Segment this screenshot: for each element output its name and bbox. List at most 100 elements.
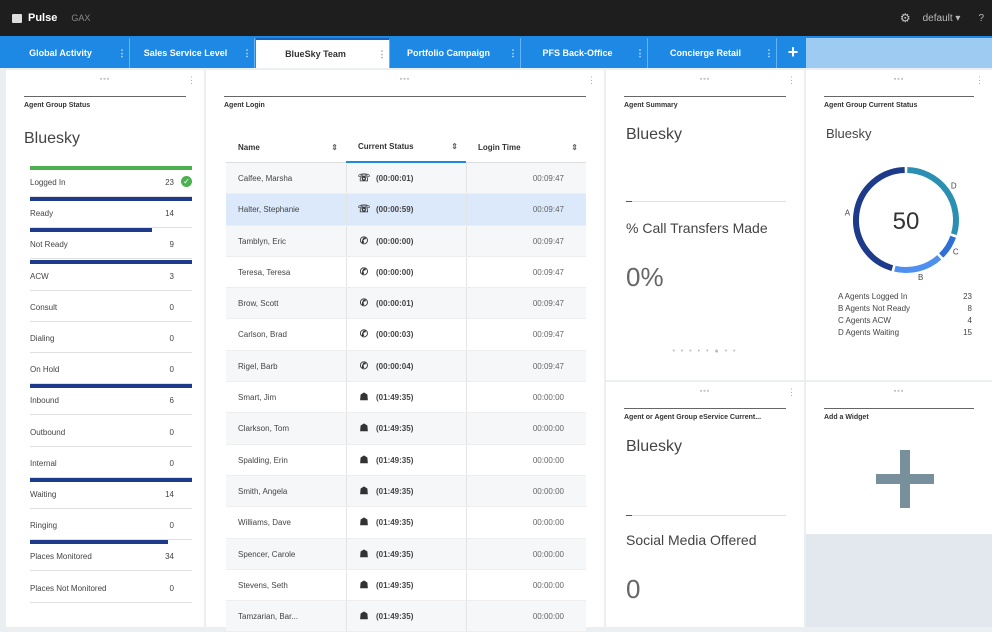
drag-handle[interactable]: ▪▪▪ (606, 76, 804, 83)
table-row[interactable]: Rigel, Barb ✆ (00:00:04) 00:09:47 (226, 350, 586, 383)
eservice-widget: ▪▪▪ ⋮ Agent or Agent Group eService Curr… (606, 382, 804, 627)
column-header-login-time[interactable]: Login Time ⇕ (466, 131, 586, 163)
drag-handle[interactable]: ▪▪▪ (606, 388, 804, 395)
phone-incoming-icon: ✆ (359, 329, 369, 341)
tab-bluesky-team[interactable]: BlueSky Team ⋮ (256, 38, 390, 68)
status-label: ACW (30, 271, 49, 281)
sort-icon[interactable]: ⇕ (451, 142, 458, 151)
tab-label: Sales Service Level (143, 48, 228, 58)
pulse-logo-icon (12, 13, 22, 23)
status-label: Outbound (30, 427, 66, 437)
table-row[interactable]: Spalding, Erin ☗ (01:49:35) 00:00:00 (226, 444, 586, 476)
drag-handle[interactable]: ▪▪▪ (806, 388, 992, 395)
tab-pfs-back-office[interactable]: PFS Back-Office ⋮ (522, 38, 648, 68)
status-row: Ready 14 (30, 197, 192, 229)
group-name: Bluesky (826, 126, 872, 141)
status-label: Internal (30, 458, 57, 468)
agent-name: Spencer, Carole (238, 549, 296, 559)
group-name: Bluesky (24, 130, 81, 147)
agent-login-table: Name ⇕ Current Status ⇕ Login Time ⇕ Calfee… (226, 131, 586, 632)
table-row[interactable]: Spencer, Carole ☗ (01:49:35) 00:00:00 (226, 538, 586, 570)
status-duration: (01:49:35) (376, 612, 414, 622)
tab-menu-icon[interactable]: ⋮ (240, 48, 254, 59)
table-row[interactable]: Teresa, Teresa ✆ (00:00:00) 00:09:47 (226, 256, 586, 289)
widget-menu-icon[interactable]: ⋮ (975, 75, 984, 86)
empty-area (806, 534, 992, 627)
donut-segment-label: D (951, 181, 957, 190)
status-duration: (00:00:03) (376, 330, 414, 340)
agent-away-icon: ☗ (359, 517, 369, 529)
current-status: ✆ (00:00:00) (356, 226, 466, 257)
donut-segment-c[interactable] (938, 235, 956, 258)
tab-label: PFS Back-Office (542, 48, 613, 58)
table-row[interactable]: Carlson, Brad ✆ (00:00:03) 00:09:47 (226, 319, 586, 351)
sort-icon[interactable]: ⇕ (571, 143, 578, 152)
table-row[interactable]: Williams, Dave ☗ (01:49:35) 00:00:00 (226, 507, 586, 539)
column-header-current-status[interactable]: Current Status ⇕ (346, 131, 466, 163)
agent-name: Brow, Scott (238, 299, 279, 309)
widget-menu-icon[interactable]: ⋮ (787, 387, 796, 398)
status-row: Places Not Monitored 0 (30, 572, 192, 603)
table-row[interactable]: Smart, Jim ☗ (01:49:35) 00:00:00 (226, 382, 586, 414)
phone-incoming-icon: ✆ (359, 298, 369, 310)
table-row[interactable]: Brow, Scott ✆ (00:00:01) 00:09:47 (226, 288, 586, 320)
table-header: Name ⇕ Current Status ⇕ Login Time ⇕ (226, 131, 586, 163)
status-duration: (00:00:04) (376, 361, 414, 371)
legend-item: B Agents Not Ready 8 (838, 303, 972, 315)
tab-concierge-retail[interactable]: Concierge Retail ⋮ (649, 38, 777, 68)
status-duration: (00:00:59) (376, 205, 414, 215)
drag-handle[interactable]: ▪▪▪ (806, 76, 992, 83)
table-row[interactable]: Clarkson, Tom ☗ (01:49:35) 00:00:00 (226, 413, 586, 445)
app-logo[interactable]: Pulse GAX (12, 12, 90, 24)
status-value: 14 (165, 490, 174, 499)
login-time: 00:09:47 (532, 174, 564, 183)
add-tab-button[interactable]: + (782, 38, 804, 68)
widget-menu-icon[interactable]: ⋮ (587, 75, 596, 86)
widget-menu-icon[interactable]: ⋮ (787, 75, 796, 86)
tab-global-activity[interactable]: Global Activity ⋮ (6, 38, 130, 68)
current-status: ☗ (01:49:35) (356, 539, 466, 570)
agent-away-icon: ☗ (359, 423, 369, 435)
agent-away-icon: ☗ (359, 392, 369, 404)
widget-title: Agent Login (224, 96, 586, 109)
tab-menu-icon[interactable]: ⋮ (506, 48, 520, 59)
column-label: Name (238, 142, 260, 152)
current-status: ☗ (01:49:35) (356, 413, 466, 444)
user-menu[interactable]: default ▾ (923, 13, 961, 24)
donut-legend: A Agents Logged In 23 B Agents Not Ready 8 C… (838, 291, 972, 339)
table-row[interactable]: Tamzarian, Bar... ☗ (01:49:35) 00:00:00 (226, 601, 586, 632)
legend-value: 23 (963, 292, 972, 301)
tab-menu-icon[interactable]: ⋮ (375, 49, 389, 60)
table-row[interactable]: Calfee, Marsha ☏ (00:00:01) 00:09:47 (226, 163, 586, 195)
widget-menu-icon[interactable]: ⋮ (187, 75, 196, 86)
help-icon[interactable]: ? (978, 13, 984, 24)
column-header-name[interactable]: Name ⇕ (226, 131, 346, 163)
tab-sales-service-level[interactable]: Sales Service Level ⋮ (131, 38, 255, 68)
donut-segment-b[interactable] (894, 255, 942, 273)
add-widget-plus-icon[interactable] (876, 450, 934, 508)
login-time: 00:00:00 (532, 612, 564, 622)
current-status: ✆ (00:00:03) (356, 319, 466, 350)
sort-icon[interactable]: ⇕ (331, 143, 338, 152)
status-value: 0 (169, 302, 174, 312)
table-row[interactable]: Smith, Angela ☗ (01:49:35) 00:00:00 (226, 475, 586, 508)
status-value: 0 (169, 458, 174, 468)
tab-portfolio-campaign[interactable]: Portfolio Campaign ⋮ (391, 38, 521, 68)
gax-link[interactable]: GAX (71, 13, 90, 23)
app-name: Pulse (28, 12, 58, 24)
tab-menu-icon[interactable]: ⋮ (762, 48, 776, 59)
table-row[interactable]: Tamblyn, Eric ✆ (00:00:00) 00:09:47 (226, 225, 586, 257)
drag-handle[interactable]: ▪▪▪ (6, 76, 204, 83)
carousel-pager[interactable]: • • • • • ● • • (606, 348, 804, 355)
status-row: Waiting 14 (30, 478, 192, 509)
tab-menu-icon[interactable]: ⋮ (115, 48, 129, 59)
table-row[interactable]: Stevens, Seth ☗ (01:49:35) 00:00:00 (226, 569, 586, 602)
table-row[interactable]: Halter, Stephanie ☏ (00:00:59) 00:09:47 (226, 194, 586, 226)
status-row: Dialing 0 (30, 322, 192, 353)
tab-menu-icon[interactable]: ⋮ (633, 48, 647, 59)
gear-icon[interactable]: ⚙ (900, 11, 911, 25)
current-status: ✆ (00:00:00) (356, 257, 466, 288)
agent-name: Smart, Jim (238, 393, 277, 403)
status-duration: (01:49:35) (376, 424, 414, 434)
drag-handle[interactable]: ▪▪▪ (206, 76, 604, 83)
